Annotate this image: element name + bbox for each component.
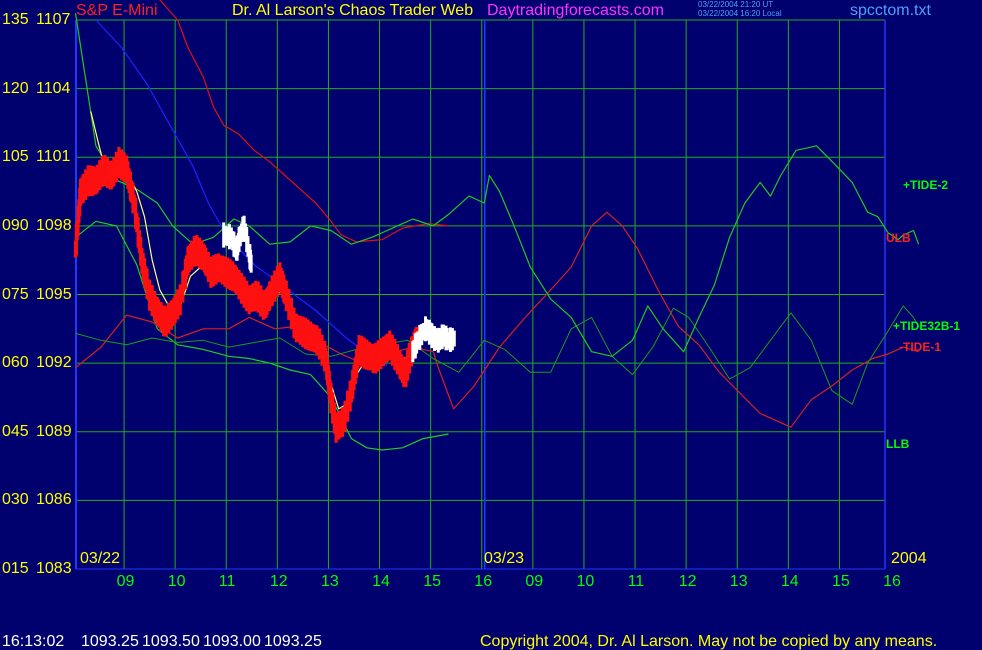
x-tick-label: 15 <box>832 573 850 590</box>
site-label: Daytradingforecasts.com <box>487 2 664 19</box>
x-tick-label: 11 <box>218 573 236 590</box>
y-tick-label-left: 120 <box>2 79 29 97</box>
series-label-ulb: ULB <box>886 231 911 245</box>
date-label-1: 03/22 <box>80 550 121 567</box>
y-tick-label-left: 045 <box>2 422 29 440</box>
chart-grid <box>75 19 886 570</box>
instrument-label: S&P E-Mini <box>76 2 158 19</box>
file-label: spcctom.txt <box>850 2 931 19</box>
y-tick-label-price: 1083 <box>36 560 72 577</box>
x-tick-label: 15 <box>423 573 441 590</box>
x-tick-label: 13 <box>321 573 339 590</box>
footer-low: 1093.00 <box>203 633 261 650</box>
tide32b-line <box>75 305 920 405</box>
y-tick-label-left: 075 <box>2 285 29 303</box>
y-tick-label-price: 1104 <box>36 79 71 97</box>
x-tick-label: 14 <box>372 573 390 590</box>
footer-high: 1093.50 <box>142 633 200 650</box>
y-tick-label-price: 1101 <box>36 148 71 166</box>
y-tick-label-price: 1098 <box>36 216 72 234</box>
footer-time: 16:13:02 <box>2 633 65 650</box>
copyright: Copyright 2004, Dr. Al Larson. May not b… <box>480 633 938 650</box>
x-tick-label: 16 <box>474 573 493 590</box>
timestamp-ut: 03/22/2004 21:20 UT <box>698 0 774 9</box>
series-label-llb: LLB <box>886 437 910 451</box>
x-tick-label: 16 <box>883 573 901 590</box>
x-tick-label: 10 <box>167 573 186 590</box>
series-label-tide2: +TIDE-2 <box>903 178 949 192</box>
tide2-line <box>74 13 920 357</box>
chart-title: Dr. Al Larson's Chaos Trader Web <box>232 2 474 19</box>
y-tick-label-price: 1092 <box>36 354 72 372</box>
y-tick-label-price: 1095 <box>36 285 72 303</box>
y-tick-label-left: 090 <box>2 216 29 234</box>
y-tick-label-left: 105 <box>2 148 29 166</box>
x-tick-label: 09 <box>525 573 544 590</box>
x-tick-label: 10 <box>576 573 595 590</box>
date-label-2: 03/23 <box>484 550 525 567</box>
x-tick-label: 12 <box>678 573 697 590</box>
x-tick-label: 09 <box>116 573 135 590</box>
y-tick-label-price: 1086 <box>36 491 72 509</box>
forecast-bar <box>249 254 253 273</box>
timestamp-local: 03/22/2004 16:20 Local <box>698 9 782 18</box>
y-tick-label-price: 1107 <box>36 11 71 28</box>
forecast-bar <box>452 330 456 347</box>
chart-curves <box>74 0 920 451</box>
y-tick-label-left: 030 <box>2 491 29 509</box>
y-tick-label-left: 135 <box>2 11 29 28</box>
y-tick-label-price: 1089 <box>36 422 72 440</box>
blue-curve-line <box>95 19 388 366</box>
footer-close: 1093.25 <box>264 633 322 650</box>
x-tick-label: 13 <box>729 573 748 590</box>
footer-open: 1093.25 <box>81 633 139 650</box>
x-tick-label: 14 <box>780 573 799 590</box>
x-tick-label: 12 <box>269 573 288 590</box>
year-label: 2004 <box>891 550 927 567</box>
series-label-tide32b: +TIDE32B-1 <box>893 319 961 333</box>
y-tick-label-left: 015 <box>2 560 29 577</box>
x-tick-label: 11 <box>627 573 645 590</box>
y-tick-label-left: 060 <box>2 354 29 372</box>
series-label-tide1: -TIDE-1 <box>899 340 941 354</box>
